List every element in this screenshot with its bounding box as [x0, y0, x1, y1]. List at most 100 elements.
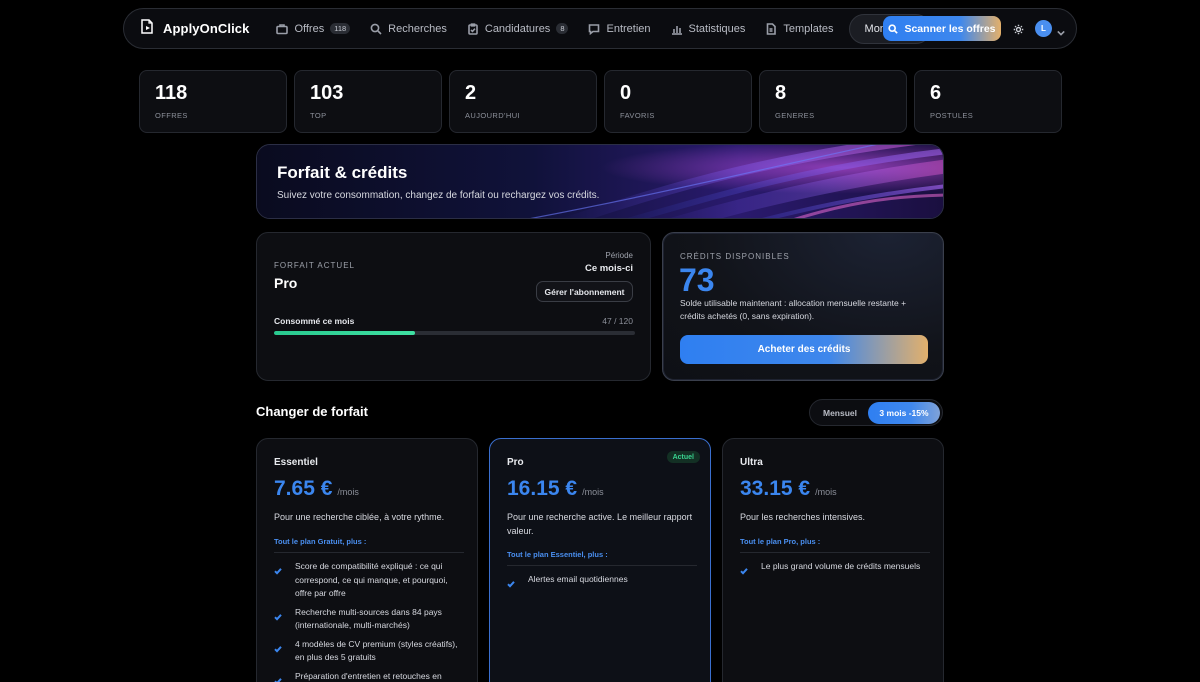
check-icon [274, 670, 286, 682]
check-icon [507, 573, 519, 593]
stat-value: 0 [620, 82, 632, 104]
plan-price: 16.15 € /mois [507, 477, 604, 501]
feature-text: Score de compatibilité expliqué : ce qui… [295, 561, 448, 598]
scan-button-label: Scanner les offres [904, 22, 996, 35]
feature-text: Alertes email quotidiennes [528, 574, 628, 584]
plan-inherit: Tout le plan Gratuit, plus : [274, 537, 464, 553]
briefcase-icon [276, 23, 289, 34]
feature-text: Préparation d'entretien et retouches en [295, 670, 442, 681]
plan-price: 7.65 € /mois [274, 477, 359, 501]
stat-label: OFFRES [155, 111, 188, 120]
stat-value: 103 [310, 82, 344, 104]
toggle-monthly[interactable]: Mensuel [812, 402, 868, 424]
plan-period: /mois [337, 487, 359, 497]
credits-label: CRÉDITS DISPONIBLES [680, 252, 790, 261]
chevron-down-icon [1057, 30, 1065, 36]
stats-row: 118 OFFRES 103 TOP 2 AUJOURD'HUI 0 FAVOR… [139, 70, 1062, 133]
search-icon [370, 23, 382, 35]
theme-toggle-button[interactable] [1011, 22, 1025, 36]
plan-name: Essentiel [274, 457, 318, 468]
brand[interactable]: ApplyOnClick [140, 18, 249, 39]
nav-item-templates[interactable]: Templates [756, 14, 842, 44]
stat-label: AUJOURD'HUI [465, 111, 520, 120]
consumption-progress-bar [274, 331, 635, 335]
count-badge: 118 [330, 22, 351, 35]
consumed-label: Consommé ce mois [274, 316, 355, 326]
sun-icon [1013, 24, 1023, 34]
stat-label: TOP [310, 111, 327, 120]
avatar[interactable]: L [1035, 20, 1052, 37]
count-badge: 8 [556, 22, 569, 35]
nav-item-offres[interactable]: Offres 118 [267, 14, 359, 44]
plan-price: 33.15 € /mois [740, 477, 837, 501]
current-plan-card: FORFAIT ACTUEL Pro Période Ce mois-ci Gé… [256, 232, 651, 381]
feature-item: Score de compatibilité expliqué : ce qui… [274, 560, 464, 601]
plan-amount: 7.65 € [274, 477, 333, 500]
nav-label: Candidatures [484, 22, 551, 35]
plan-card-pro[interactable]: Pro Actuel 16.15 € /mois Pour une recher… [489, 438, 711, 682]
period-label: Période [605, 251, 633, 260]
nav-label: Entretien [606, 22, 651, 35]
check-icon [740, 560, 752, 580]
nav-item-entretien[interactable]: Entretien [579, 14, 659, 44]
page-title: Forfait & crédits [277, 163, 408, 182]
stat-card-postules: 6 POSTULES [914, 70, 1062, 133]
feature-list: Le plus grand volume de crédits mensuels [740, 560, 930, 585]
billing-period-toggle: Mensuel 3 mois -15% [809, 399, 943, 426]
stat-label: FAVORIS [620, 111, 655, 120]
nav-label: Recherches [388, 22, 447, 35]
top-navbar: ApplyOnClick Offres 118 Recherches Candi… [123, 8, 1077, 49]
current-plan-label: FORFAIT ACTUEL [274, 261, 355, 270]
plan-card-ultra[interactable]: Ultra 33.15 € /mois Pour les recherches … [722, 438, 944, 682]
consumption-progress-fill [274, 331, 416, 335]
bar-chart-icon [671, 25, 682, 35]
credits-value: 73 [679, 262, 715, 298]
manage-subscription-button[interactable]: Gérer l'abonnement [536, 281, 633, 302]
feature-list: Alertes email quotidiennes [507, 573, 697, 598]
nav-label: Templates [783, 22, 834, 35]
feature-text: Recherche multi-sources dans 84 pays (in… [295, 606, 442, 631]
period-value: Ce mois-ci [584, 263, 633, 274]
buy-credits-button[interactable]: Acheter des crédits [680, 335, 928, 364]
stat-value: 8 [775, 82, 787, 104]
stat-label: POSTULES [930, 111, 974, 120]
credits-card: CRÉDITS DISPONIBLES 73 Solde utilisable … [662, 232, 944, 381]
stat-card-aujourdhui: 2 AUJOURD'HUI [449, 70, 597, 133]
toggle-quarterly[interactable]: 3 mois -15% [868, 401, 940, 424]
plan-card-essentiel[interactable]: Essentiel 7.65 € /mois Pour une recherch… [256, 438, 478, 682]
plan-period: /mois [815, 487, 837, 497]
plan-name: Pro [507, 457, 524, 468]
feature-item: Recherche multi-sources dans 84 pays (in… [274, 606, 464, 633]
clipboard-icon [468, 22, 478, 35]
page-subtitle: Suivez votre consommation, changez de fo… [277, 190, 600, 201]
account-menu-toggle[interactable] [1057, 24, 1066, 36]
plan-description: Pour une recherche ciblée, à votre rythm… [274, 512, 445, 522]
plan-inherit: Tout le plan Essentiel, plus : [507, 550, 697, 566]
nav-item-candidatures[interactable]: Candidatures 8 [458, 14, 578, 44]
feature-item: Préparation d'entretien et retouches en [274, 670, 464, 682]
stat-value: 2 [465, 82, 477, 104]
stat-card-favoris: 0 FAVORIS [604, 70, 752, 133]
check-icon [274, 606, 286, 633]
nav-label: Offres [294, 22, 325, 35]
feature-item: Le plus grand volume de crédits mensuels [740, 560, 930, 580]
nav-item-statistiques[interactable]: Statistiques [662, 14, 755, 44]
current-plan-badge: Actuel [666, 451, 700, 463]
nav-item-recherches[interactable]: Recherches [361, 14, 456, 44]
credits-description: Solde utilisable maintenant : allocation… [680, 298, 907, 321]
chat-icon [589, 23, 600, 35]
feature-list: Score de compatibilité expliqué : ce qui… [274, 560, 464, 682]
scan-offers-button[interactable]: Scanner les offres [883, 16, 1001, 41]
consumed-value: 47 / 120 [602, 316, 633, 326]
plan-amount: 33.15 € [740, 477, 811, 500]
stat-card-offres: 118 OFFRES [139, 70, 287, 133]
search-icon [888, 23, 899, 34]
feature-text: Le plus grand volume de crédits mensuels [761, 561, 921, 571]
plan-period: /mois [582, 487, 604, 497]
plan-description: Pour une recherche active. Le meilleur r… [507, 512, 693, 536]
plan-description: Pour les recherches intensives. [740, 512, 866, 522]
stat-label: GENERES [775, 111, 815, 120]
stat-value: 6 [930, 82, 942, 104]
plan-amount: 16.15 € [507, 477, 578, 500]
stat-card-top: 103 TOP [294, 70, 442, 133]
